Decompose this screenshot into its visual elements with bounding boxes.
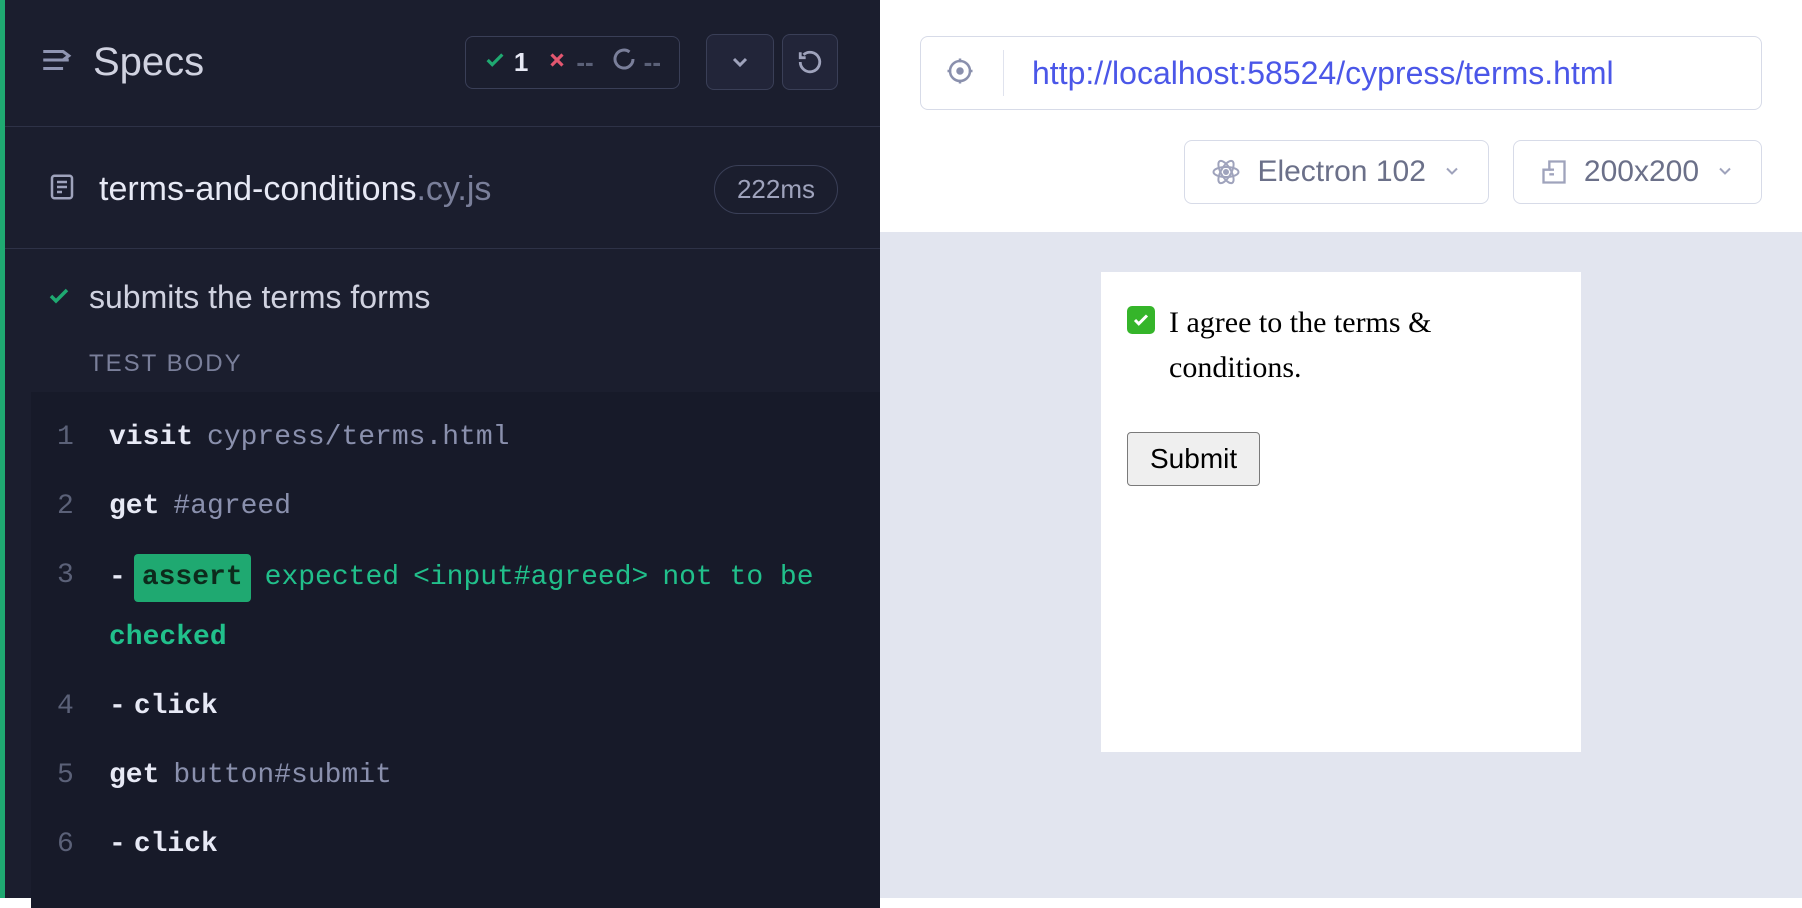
command-row[interactable]: 3-assert expected <input#agreed> not to be c…: [39, 542, 872, 674]
options-dropdown[interactable]: [706, 34, 774, 90]
terms-label[interactable]: I agree to the terms & conditions.: [1169, 300, 1555, 390]
viewport-selector[interactable]: 200x200: [1513, 140, 1762, 204]
chevron-down-icon: [1715, 155, 1735, 189]
command-body: -click: [109, 685, 218, 730]
command-row[interactable]: 6-click: [39, 811, 872, 880]
terms-checkbox[interactable]: [1127, 306, 1155, 334]
command-number: 3: [57, 554, 109, 599]
command-token: get: [109, 754, 159, 799]
command-row[interactable]: 4-click: [39, 673, 872, 742]
file-icon: [47, 172, 77, 207]
spec-file-row[interactable]: terms-and-conditions .cy.js 222ms: [5, 127, 880, 249]
spec-duration: 222ms: [714, 165, 838, 214]
command-token: checked: [109, 616, 227, 661]
command-row[interactable]: 1visit cypress/terms.html: [39, 404, 872, 473]
test-body-label: TEST BODY: [5, 326, 880, 392]
command-number: 5: [57, 754, 109, 799]
aut-frame: I agree to the terms & conditions. Submi…: [1101, 272, 1581, 752]
command-log: 1visitcypress/terms.html2get#agreed3-ass…: [31, 392, 880, 908]
submit-button[interactable]: Submit: [1127, 432, 1260, 486]
terms-row: I agree to the terms & conditions.: [1127, 300, 1555, 390]
specs-header: Specs 1 -- --: [5, 34, 880, 127]
viewport-label: 200x200: [1584, 155, 1699, 189]
aut-panel: http://localhost:58524/cypress/terms.htm…: [880, 0, 1802, 898]
x-icon: [546, 47, 568, 78]
url-bar-wrap: http://localhost:58524/cypress/terms.htm…: [880, 0, 1802, 140]
command-token: -: [109, 685, 126, 730]
command-row[interactable]: 5get button#submit: [39, 742, 872, 811]
command-token: -: [109, 823, 126, 868]
command-token: not to be: [662, 556, 813, 601]
stat-failed: --: [546, 47, 593, 78]
command-body: get button#submit: [109, 754, 392, 799]
command-number: 4: [57, 685, 109, 730]
aut-area: I agree to the terms & conditions. Submi…: [880, 232, 1802, 898]
rerun-button[interactable]: [782, 34, 838, 90]
browser-selector[interactable]: Electron 102: [1184, 140, 1488, 204]
electron-icon: [1211, 157, 1241, 187]
check-icon: [484, 47, 506, 78]
spec-file-ext: .cy.js: [416, 170, 491, 209]
divider: [1003, 50, 1004, 96]
chevron-down-icon: [1442, 155, 1462, 189]
command-body: -click: [109, 823, 218, 868]
selector-playground-icon[interactable]: [945, 56, 975, 91]
command-row[interactable]: 2get #agreed: [39, 473, 872, 542]
test-title: submits the terms forms: [89, 279, 430, 316]
aut-url[interactable]: http://localhost:58524/cypress/terms.htm…: [1032, 55, 1614, 92]
command-token: expected: [265, 556, 399, 601]
command-body: get #agreed: [109, 485, 291, 530]
test-title-row[interactable]: submits the terms forms: [5, 249, 880, 326]
command-token: cypress/terms.html: [207, 416, 509, 461]
command-token: <input#agreed>: [413, 556, 648, 601]
command-token: visit: [109, 416, 193, 461]
command-token: button#submit: [173, 754, 391, 799]
specs-title: Specs: [93, 40, 465, 85]
check-icon: [47, 279, 71, 316]
test-stats: 1 -- --: [465, 36, 680, 89]
command-token: -: [109, 556, 126, 601]
url-bar: http://localhost:58524/cypress/terms.htm…: [920, 36, 1762, 110]
runner-panel: Specs 1 -- --: [0, 0, 880, 898]
command-number: 2: [57, 485, 109, 530]
stat-passed: 1: [484, 47, 528, 78]
aut-meta-row: Electron 102 200x200: [880, 140, 1802, 232]
command-token: #agreed: [173, 485, 291, 530]
command-token: click: [134, 823, 218, 868]
command-number: 1: [57, 416, 109, 461]
spec-file-name: terms-and-conditions: [99, 170, 416, 209]
command-body: -assert expected <input#agreed> not to be ch…: [109, 554, 854, 662]
collapse-icon[interactable]: [39, 43, 73, 82]
browser-label: Electron 102: [1257, 155, 1425, 189]
command-number: 6: [57, 823, 109, 868]
command-body: visit cypress/terms.html: [109, 416, 509, 461]
command-token: get: [109, 485, 159, 530]
command-token: click: [134, 685, 218, 730]
pending-icon: [612, 47, 636, 78]
command-token: assert: [134, 554, 251, 603]
stat-pending: --: [612, 47, 661, 78]
ruler-icon: [1540, 158, 1568, 186]
